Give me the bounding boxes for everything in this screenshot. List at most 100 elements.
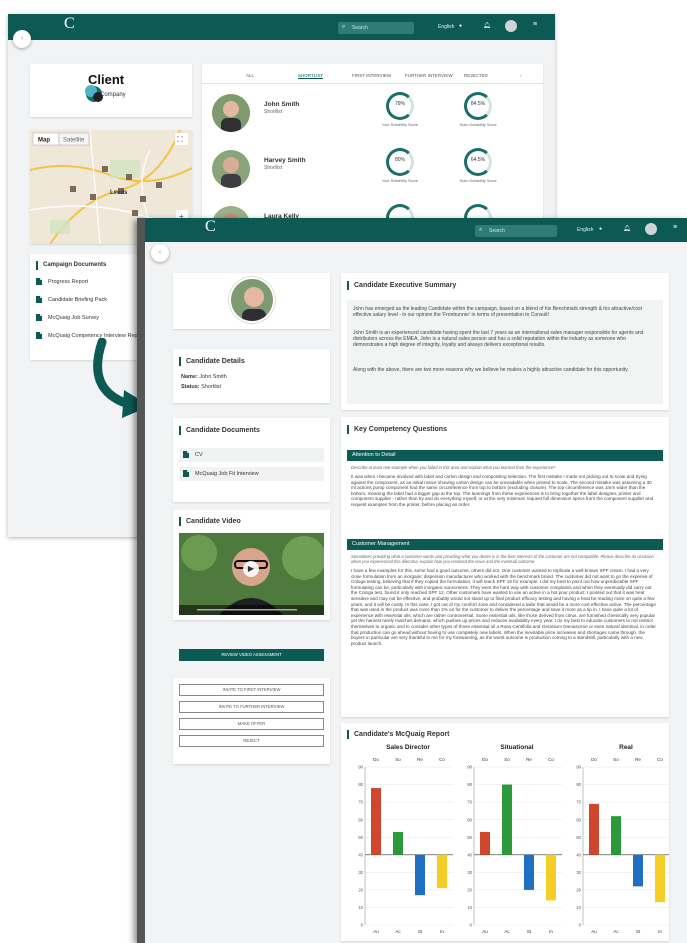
- candidate-details-card: Candidate Details Name: John Smith Statu…: [173, 349, 330, 403]
- document-icon: [36, 332, 42, 339]
- y-tick-label: 80: [576, 782, 581, 787]
- y-tick-label: 40: [576, 852, 581, 857]
- category-label: So: [395, 757, 401, 762]
- brand-logo-icon[interactable]: C: [205, 218, 216, 236]
- document-icon: [36, 278, 42, 285]
- bar: [611, 816, 621, 855]
- bar: [437, 854, 447, 889]
- candidate-doc-item[interactable]: CV: [179, 448, 324, 462]
- bottom-category-label: St: [636, 929, 641, 934]
- review-button-wrap: REVIEW VIDEO ASSESSMENT: [173, 646, 330, 664]
- competency-card: Key Competency Questions Attention to De…: [341, 417, 669, 717]
- tab-further-interview[interactable]: FURTHER INTERVIEW: [405, 73, 453, 78]
- y-tick-label: 30: [576, 870, 581, 875]
- bell-icon[interactable]: 🔔︎: [623, 225, 631, 232]
- candidate-video-card: Candidate Video ▶: [173, 510, 330, 620]
- actions-card: INVITE TO FIRST INTERVIEW INVITE TO FURT…: [173, 678, 330, 764]
- bar: [589, 803, 599, 855]
- client-logo: Client Company: [85, 72, 126, 102]
- name-label: Name:: [181, 374, 198, 380]
- document-icon: [183, 470, 189, 477]
- y-tick-label: 70: [467, 800, 472, 805]
- candidate-list-card: ALL SHORTLIST FIRST INTERVIEW FURTHER IN…: [202, 64, 543, 240]
- avatar[interactable]: [645, 223, 657, 235]
- candidate-status-line: Status: Shortlist: [181, 384, 221, 390]
- invite-further-interview-button[interactable]: INVITE TO FURTHER INTERVIEW: [179, 701, 324, 713]
- candidate-status: Shortlist: [264, 165, 283, 171]
- competency-section-header: Customer Management: [347, 539, 663, 550]
- tab-first-interview[interactable]: FIRST INTERVIEW: [352, 73, 391, 78]
- fullscreen-icon: ⛶: [176, 135, 183, 144]
- y-tick-label: 30: [467, 870, 472, 875]
- language-selector[interactable]: English: [577, 227, 593, 233]
- category-label: Re: [635, 757, 641, 762]
- back-button[interactable]: ‹: [13, 30, 31, 48]
- category-label: So: [504, 757, 510, 762]
- team-score-value: 84.5%: [470, 101, 486, 107]
- status-label: Status:: [181, 384, 200, 390]
- top-bar: C ⌕ Search English ● 🔔︎ ≡: [145, 218, 687, 242]
- summary-paragraph: John Smith is an experienced candidate h…: [353, 330, 644, 349]
- y-tick-label: 80: [467, 782, 472, 787]
- y-tick-label: 40: [467, 852, 472, 857]
- candidate-photo-card: [173, 273, 330, 329]
- make-offer-button[interactable]: MAKE OFFER: [179, 718, 324, 730]
- team-score-label: Team Suitability Score: [459, 123, 497, 127]
- language-icon: ●: [599, 226, 603, 232]
- candidate-status: Shortlist: [201, 384, 222, 390]
- y-tick-label: 60: [576, 817, 581, 822]
- search-input[interactable]: ⌕ Search: [475, 225, 557, 237]
- invite-first-interview-button[interactable]: INVITE TO FIRST INTERVIEW: [179, 684, 324, 696]
- bar: [502, 784, 512, 855]
- your-score-value: 79%: [394, 101, 405, 107]
- y-tick-label: 0: [470, 923, 473, 928]
- candidate-row[interactable]: Harvey Smith Shortlist 80% Your Suitabil…: [212, 148, 533, 194]
- category-label: Re: [417, 757, 423, 762]
- bar: [524, 854, 534, 890]
- client-logo-card: Client Company: [30, 64, 192, 117]
- candidate-doc-item[interactable]: McQuaig Job Fit Interview: [179, 467, 324, 481]
- your-score-label: Your Suitability Score: [382, 179, 418, 183]
- top-bar: C ⌕ Search English ● 🔔︎ ≡: [8, 14, 555, 40]
- front-window: C ⌕ Search English ● 🔔︎ ≡ ‹ Candidate Det…: [137, 218, 687, 943]
- bottom-category-label: St: [418, 929, 423, 934]
- satellite-button: Satellite: [63, 138, 85, 144]
- map-city-label: Leeds: [110, 190, 128, 196]
- candidate-status: Shortlist: [264, 109, 283, 115]
- back-button[interactable]: ‹: [151, 244, 169, 262]
- menu-icon[interactable]: ≡: [673, 224, 677, 231]
- language-selector[interactable]: English: [438, 24, 454, 30]
- y-tick-label: 60: [467, 817, 472, 822]
- search-input[interactable]: ⌕ Search: [338, 22, 414, 34]
- chart-title: Real: [619, 744, 633, 751]
- bar: [393, 831, 403, 855]
- y-tick-label: 20: [358, 887, 363, 892]
- tab-shortlist[interactable]: SHORTLIST: [298, 73, 324, 79]
- avatar[interactable]: [505, 20, 517, 32]
- brand-logo-icon[interactable]: C: [64, 15, 75, 33]
- y-tick-label: 0: [579, 923, 582, 928]
- menu-icon[interactable]: ≡: [533, 21, 537, 28]
- mcquaig-charts: Sales Director 0 10 20 30 40 50 60 70 80 90 Do Au So A…: [358, 744, 669, 934]
- chart-title: Situational: [500, 744, 533, 751]
- search-icon: ⌕: [342, 24, 346, 30]
- play-icon[interactable]: ▶: [243, 561, 259, 577]
- y-tick-label: 50: [467, 835, 472, 840]
- executive-summary-title: Candidate Executive Summary: [347, 281, 456, 290]
- candidate-name: John Smith: [264, 101, 300, 108]
- team-score-label: Team Suitability Score: [459, 179, 497, 183]
- review-video-assessment-button[interactable]: REVIEW VIDEO ASSESSMENT: [179, 649, 324, 661]
- bar: [655, 854, 665, 903]
- tab-all[interactable]: ALL: [246, 73, 254, 78]
- video-player[interactable]: ▶: [179, 533, 324, 615]
- summary-paragraph: Along with the above, there are two more…: [353, 367, 629, 373]
- tab-rejected[interactable]: REJECTED: [464, 73, 488, 78]
- candidate-row[interactable]: John Smith Shortlist 79% Your Suitabilit…: [212, 92, 533, 138]
- bell-icon[interactable]: 🔔︎: [483, 22, 491, 29]
- tabs-scroll-icon[interactable]: ›: [520, 73, 522, 78]
- competency-section-header: Attention to Detail: [347, 450, 663, 461]
- reject-button[interactable]: REJECT: [179, 735, 324, 747]
- category-label: Co: [657, 757, 663, 762]
- mcquaig-report-title: Candidate's McQuaig Report: [347, 730, 449, 739]
- candidate-name: Harvey Smith: [264, 157, 306, 164]
